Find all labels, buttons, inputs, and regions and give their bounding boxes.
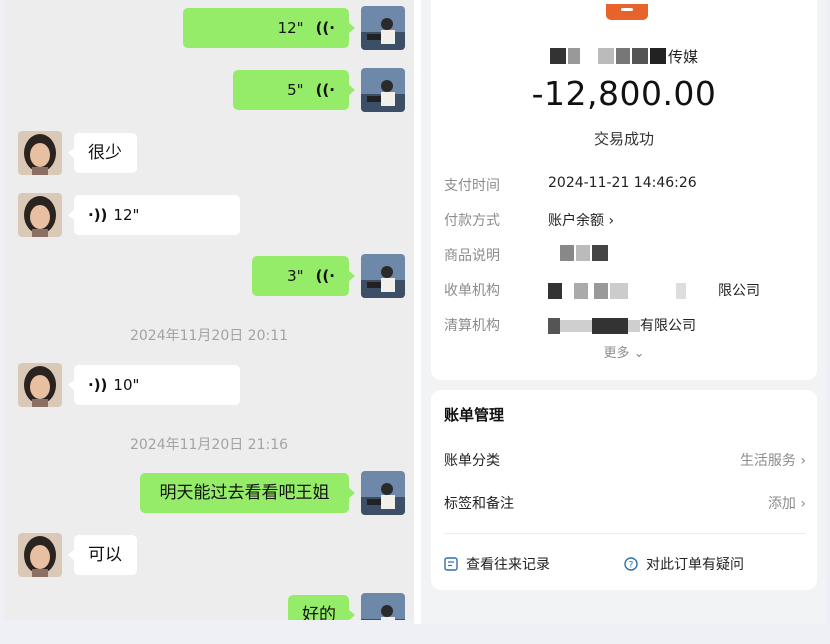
divider — [444, 533, 806, 534]
question-label: 对此订单有疑问 — [646, 557, 744, 573]
voice-duration: 10" — [113, 376, 140, 394]
detail-label: 收单机构 — [444, 283, 500, 299]
more-toggle[interactable]: 更多 ⌄ — [431, 342, 817, 361]
detail-label: 商品说明 — [444, 248, 500, 264]
mosaic-redaction — [548, 244, 618, 266]
detail-value[interactable]: 账户余额 › — [548, 210, 614, 230]
bottom-strip — [0, 624, 830, 644]
avatar-self[interactable] — [361, 593, 405, 620]
chat-timestamp: 2024年11月20日 20:11 — [129, 328, 289, 344]
voice-duration: 12" — [113, 206, 140, 224]
message-text: 很少 — [88, 143, 122, 163]
clearing-suffix: 有限公司 — [640, 318, 696, 334]
detail-label: 清算机构 — [444, 318, 500, 334]
voice-message-incoming[interactable]: ·)) 10" — [68, 365, 240, 405]
record-icon — [444, 557, 458, 571]
voice-message-incoming[interactable]: ·)) 12" — [68, 195, 240, 235]
voice-message-outgoing[interactable]: 5" ((· — [233, 70, 355, 110]
detail-value: 2024-11-21 14:46:26 — [548, 175, 697, 191]
amount: -12,800.00 — [531, 74, 717, 113]
tag-value[interactable]: 添加 › — [768, 493, 806, 513]
management-title: 账单管理 — [444, 406, 505, 424]
message-text: 好的 — [302, 605, 336, 620]
acquirer-suffix: 限公司 — [718, 283, 760, 299]
avatar-self[interactable] — [361, 6, 405, 50]
text-message-incoming[interactable]: 可以 — [68, 535, 137, 575]
mosaic-redaction — [549, 47, 668, 68]
avatar-self[interactable] — [361, 254, 405, 298]
category-label: 账单分类 — [444, 453, 500, 469]
text-message-outgoing[interactable]: 明天能过去看看吧王姐 — [140, 473, 355, 513]
voice-wave-icon: ((· — [315, 267, 335, 285]
text-message-outgoing[interactable]: 好的 — [288, 595, 355, 620]
detail-label: 支付时间 — [444, 178, 500, 194]
bill-management-card: 账单管理 账单分类 生活服务 › 标签和备注 添加 › 查看往来记录 ? 对此订… — [431, 390, 817, 590]
voice-wave-icon: ·)) — [88, 206, 108, 224]
history-records-button[interactable]: 查看往来记录 — [444, 554, 550, 574]
order-question-button[interactable]: ? 对此订单有疑问 — [624, 554, 744, 574]
bill-panel: 传媒 -12,800.00 交易成功 支付时间 2024-11-21 14:46… — [421, 0, 826, 624]
message-text: 明天能过去看看吧王姐 — [159, 483, 330, 503]
avatar-other[interactable] — [18, 363, 62, 407]
voice-message-outgoing[interactable]: 3" ((· — [252, 256, 355, 296]
detail-value: 限公司 — [548, 280, 760, 300]
voice-wave-icon: ·)) — [88, 376, 108, 394]
chat-timestamp: 2024年11月20日 21:16 — [129, 437, 289, 453]
voice-message-outgoing[interactable]: 12" ((· — [183, 8, 355, 48]
voice-duration: 3" — [287, 267, 304, 285]
voice-duration: 12" — [277, 19, 304, 37]
avatar-other[interactable] — [18, 131, 62, 175]
question-icon: ? — [624, 557, 638, 571]
avatar-other[interactable] — [18, 533, 62, 577]
voice-wave-icon: ((· — [315, 81, 335, 99]
svg-text:?: ? — [629, 561, 634, 571]
bill-summary-card: 传媒 -12,800.00 交易成功 支付时间 2024-11-21 14:46… — [431, 0, 817, 380]
chat-panel: 12" ((· 5" ((· 很少 ·)) 12" 3" ((· 2024年11月20日… — [4, 0, 414, 620]
history-label: 查看往来记录 — [466, 557, 550, 573]
voice-wave-icon: ((· — [315, 19, 335, 37]
merchant-name: 传媒 — [431, 46, 817, 68]
panel-divider — [414, 0, 421, 624]
avatar-other[interactable] — [18, 193, 62, 237]
avatar-self[interactable] — [361, 68, 405, 112]
text-message-incoming[interactable]: 很少 — [68, 133, 137, 173]
message-text: 可以 — [88, 545, 122, 565]
transaction-status: 交易成功 — [593, 130, 654, 148]
avatar-self[interactable] — [361, 471, 405, 515]
merchant-logo — [606, 4, 648, 20]
category-value[interactable]: 生活服务 › — [740, 450, 806, 470]
detail-label: 付款方式 — [444, 213, 500, 229]
voice-duration: 5" — [287, 81, 304, 99]
tag-label: 标签和备注 — [444, 496, 514, 512]
detail-value: 有限公司 — [548, 315, 696, 335]
merchant-suffix: 传媒 — [667, 48, 698, 66]
